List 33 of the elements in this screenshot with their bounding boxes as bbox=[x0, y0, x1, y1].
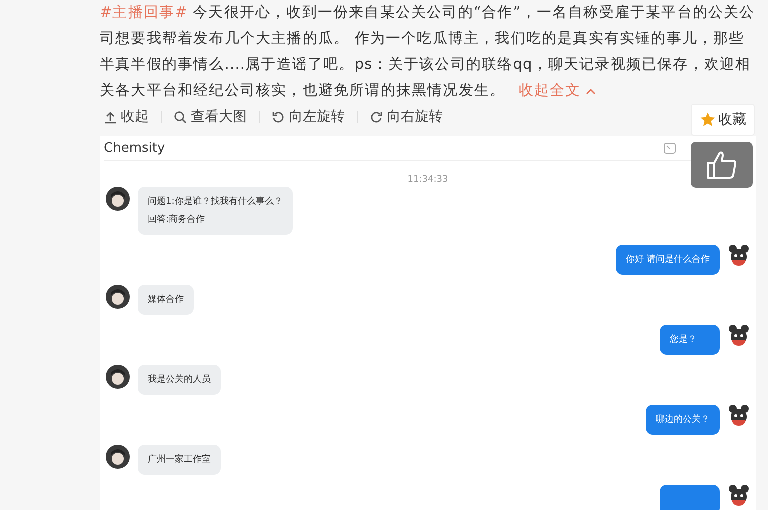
bear-avatar-icon bbox=[728, 245, 750, 267]
rotate-left-icon bbox=[272, 110, 285, 124]
avatar-icon bbox=[106, 445, 130, 469]
like-button[interactable] bbox=[691, 142, 753, 188]
search-icon bbox=[174, 110, 187, 124]
favorite-button[interactable]: 收藏 bbox=[691, 104, 755, 136]
toolbar-button[interactable]: 向左旋转 bbox=[268, 108, 349, 126]
chat-title: Chemsity bbox=[104, 140, 166, 156]
message-bubble: 我是公关的人员 bbox=[138, 365, 221, 395]
thumbs-up-icon bbox=[706, 150, 738, 180]
toolbar-button[interactable]: 向右旋转 bbox=[366, 108, 447, 126]
timestamp: 11:34:33 bbox=[406, 175, 450, 185]
star-icon bbox=[700, 112, 716, 128]
window-icon[interactable] bbox=[664, 142, 676, 154]
post-text: #主播回事# 今天很开心，收到一份来自某公关公司的“合作”，一名自称受雇于某平台的公关公司想要我帮着发布几个大主播的瓜。 作为一个吃瓜博主，我们吃的是真实有实锤的事儿，那些半真半假的事情么....属于造谣了吧。ps：关于该公司的联络qq，聊天记录视频已保存，欢迎相关各大平台和经纪公司核实，也避免所谓的抹黑情况发生。 收起全文 bbox=[100, 4, 756, 101]
upload-icon bbox=[104, 110, 117, 124]
rotate-right-icon bbox=[370, 110, 383, 124]
message-bubble: 哪边的公关？ bbox=[646, 405, 720, 435]
message-bubble bbox=[660, 485, 720, 510]
message-bubble: 你好 请问是什么合作 bbox=[616, 245, 720, 275]
avatar-icon bbox=[106, 187, 130, 211]
bear-avatar-icon bbox=[728, 325, 750, 347]
toolbar-button[interactable]: 收起 bbox=[100, 108, 153, 126]
message-bubble: 广州一家工作室 bbox=[138, 445, 221, 475]
avatar-icon bbox=[106, 285, 130, 309]
message-bubble: 问题1:你是谁？找我有什么事么？ 回答:商务合作 bbox=[138, 187, 293, 235]
caret-icon bbox=[586, 88, 596, 95]
bear-avatar-icon bbox=[728, 485, 750, 507]
message-bubble: 媒体合作 bbox=[138, 285, 194, 315]
bear-avatar-icon bbox=[728, 405, 750, 427]
toolbar-button[interactable]: 查看大图 bbox=[170, 108, 251, 126]
avatar-icon bbox=[106, 365, 130, 389]
message-bubble: 您是？ bbox=[660, 325, 720, 355]
